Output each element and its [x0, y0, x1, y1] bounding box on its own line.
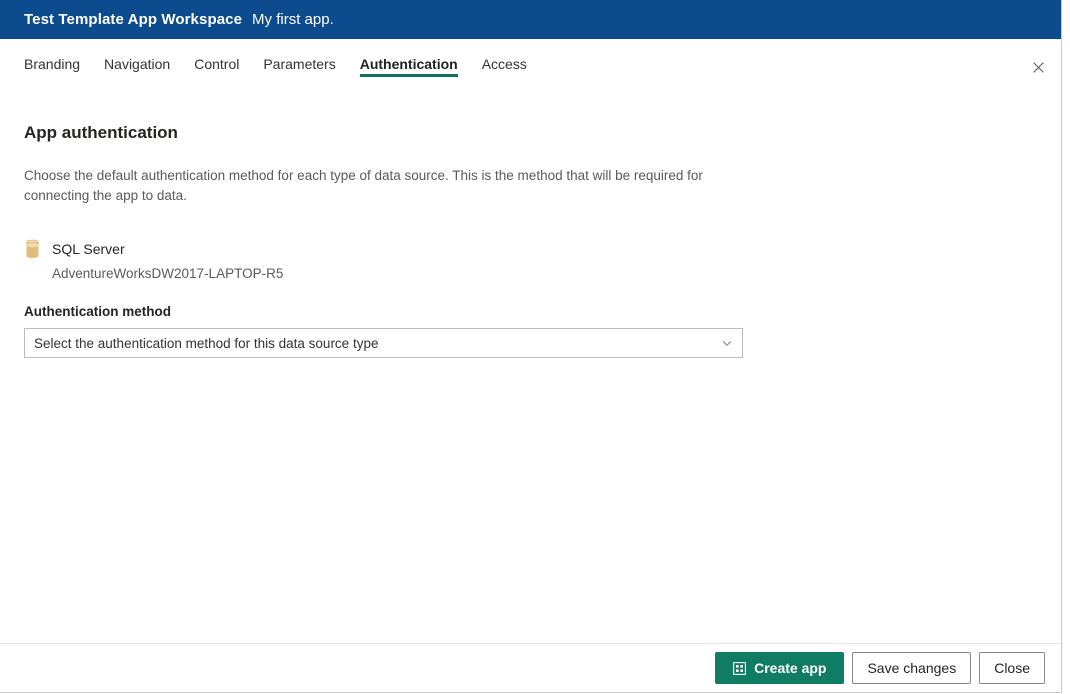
tab-branding-label: Branding — [24, 56, 80, 72]
page-description: Choose the default authentication method… — [24, 143, 739, 206]
create-app-button-label: Create app — [754, 660, 826, 676]
database-icon — [24, 239, 52, 259]
auth-method-label: Authentication method — [24, 281, 1037, 319]
auth-method-dropdown[interactable]: Select the authentication method for thi… — [24, 328, 743, 358]
app-settings-dialog: Test Template App Workspace My first app… — [0, 0, 1062, 693]
tab-control-label: Control — [194, 56, 239, 72]
close-button-label: Close — [994, 660, 1030, 676]
page-title: App authentication — [24, 84, 1037, 143]
app-grid-icon — [733, 662, 754, 675]
save-changes-button[interactable]: Save changes — [852, 652, 971, 684]
main-content: App authentication Choose the default au… — [0, 84, 1061, 643]
tab-branding[interactable]: Branding — [24, 39, 92, 84]
auth-method-dropdown-value: Select the authentication method for thi… — [34, 336, 721, 351]
dialog-title-bar: Test Template App Workspace My first app… — [0, 0, 1061, 39]
data-source-name: SQL Server — [52, 241, 125, 257]
tab-parameters[interactable]: Parameters — [251, 39, 347, 84]
tab-control[interactable]: Control — [182, 39, 251, 84]
data-source-connection: AdventureWorksDW2017-LAPTOP-R5 — [24, 259, 1037, 281]
tab-navigation[interactable]: Navigation — [92, 39, 182, 84]
chevron-down-icon — [721, 337, 733, 349]
tab-bar: Branding Navigation Control Parameters A… — [0, 39, 1061, 84]
dialog-footer: Create app Save changes Close — [0, 643, 1061, 692]
tab-access[interactable]: Access — [470, 39, 539, 84]
tab-navigation-label: Navigation — [104, 56, 170, 72]
tab-authentication[interactable]: Authentication — [348, 39, 470, 84]
app-name: My first app. — [252, 11, 334, 28]
tab-parameters-label: Parameters — [263, 56, 335, 72]
data-source-row: SQL Server — [24, 206, 1037, 259]
save-changes-button-label: Save changes — [867, 660, 956, 676]
create-app-button[interactable]: Create app — [715, 652, 844, 684]
tab-access-label: Access — [482, 56, 527, 72]
close-dialog-button[interactable] — [1023, 52, 1053, 82]
close-icon — [1033, 62, 1044, 73]
tab-authentication-label: Authentication — [360, 56, 458, 72]
close-button[interactable]: Close — [979, 652, 1045, 684]
workspace-name: Test Template App Workspace — [24, 11, 242, 28]
